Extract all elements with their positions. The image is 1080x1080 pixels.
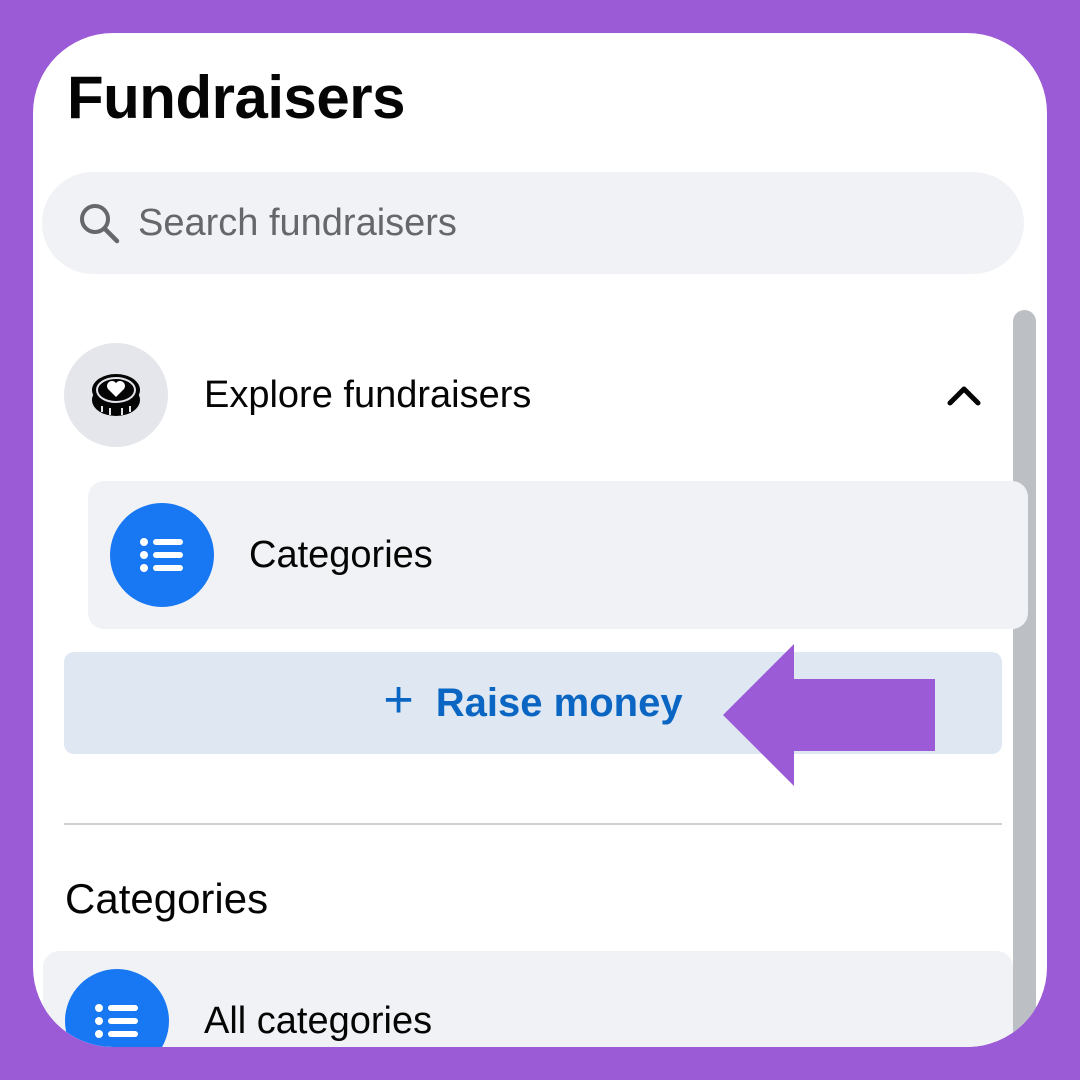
plus-icon: + bbox=[383, 671, 414, 729]
raise-money-label: Raise money bbox=[435, 680, 683, 725]
search-icon bbox=[80, 204, 120, 244]
all-categories-label: All categories bbox=[204, 999, 433, 1042]
list-icon bbox=[140, 538, 183, 572]
divider bbox=[64, 823, 1002, 825]
categories-heading: Categories bbox=[65, 875, 269, 922]
list-icon-circle bbox=[110, 503, 214, 607]
all-categories-item[interactable]: All categories bbox=[43, 951, 1013, 1047]
list-icon bbox=[95, 1004, 138, 1038]
categories-label: Categories bbox=[249, 533, 433, 576]
page-title: Fundraisers bbox=[67, 64, 405, 131]
explore-fundraisers-item[interactable]: Explore fundraisers bbox=[64, 343, 984, 447]
chevron-up-icon[interactable] bbox=[944, 377, 984, 413]
scrollbar[interactable] bbox=[1013, 310, 1036, 1047]
explore-icon-circle bbox=[64, 343, 168, 447]
list-icon-circle bbox=[65, 969, 169, 1047]
categories-item[interactable]: Categories bbox=[88, 481, 1028, 629]
annotation-arrow-icon bbox=[723, 644, 935, 786]
fundraisers-panel: Fundraisers Explore fundraisers bbox=[33, 33, 1047, 1047]
search-input[interactable] bbox=[136, 200, 940, 246]
explore-fundraisers-label: Explore fundraisers bbox=[204, 373, 532, 416]
search-bar[interactable] bbox=[42, 172, 1024, 274]
heart-coin-icon bbox=[92, 374, 140, 416]
